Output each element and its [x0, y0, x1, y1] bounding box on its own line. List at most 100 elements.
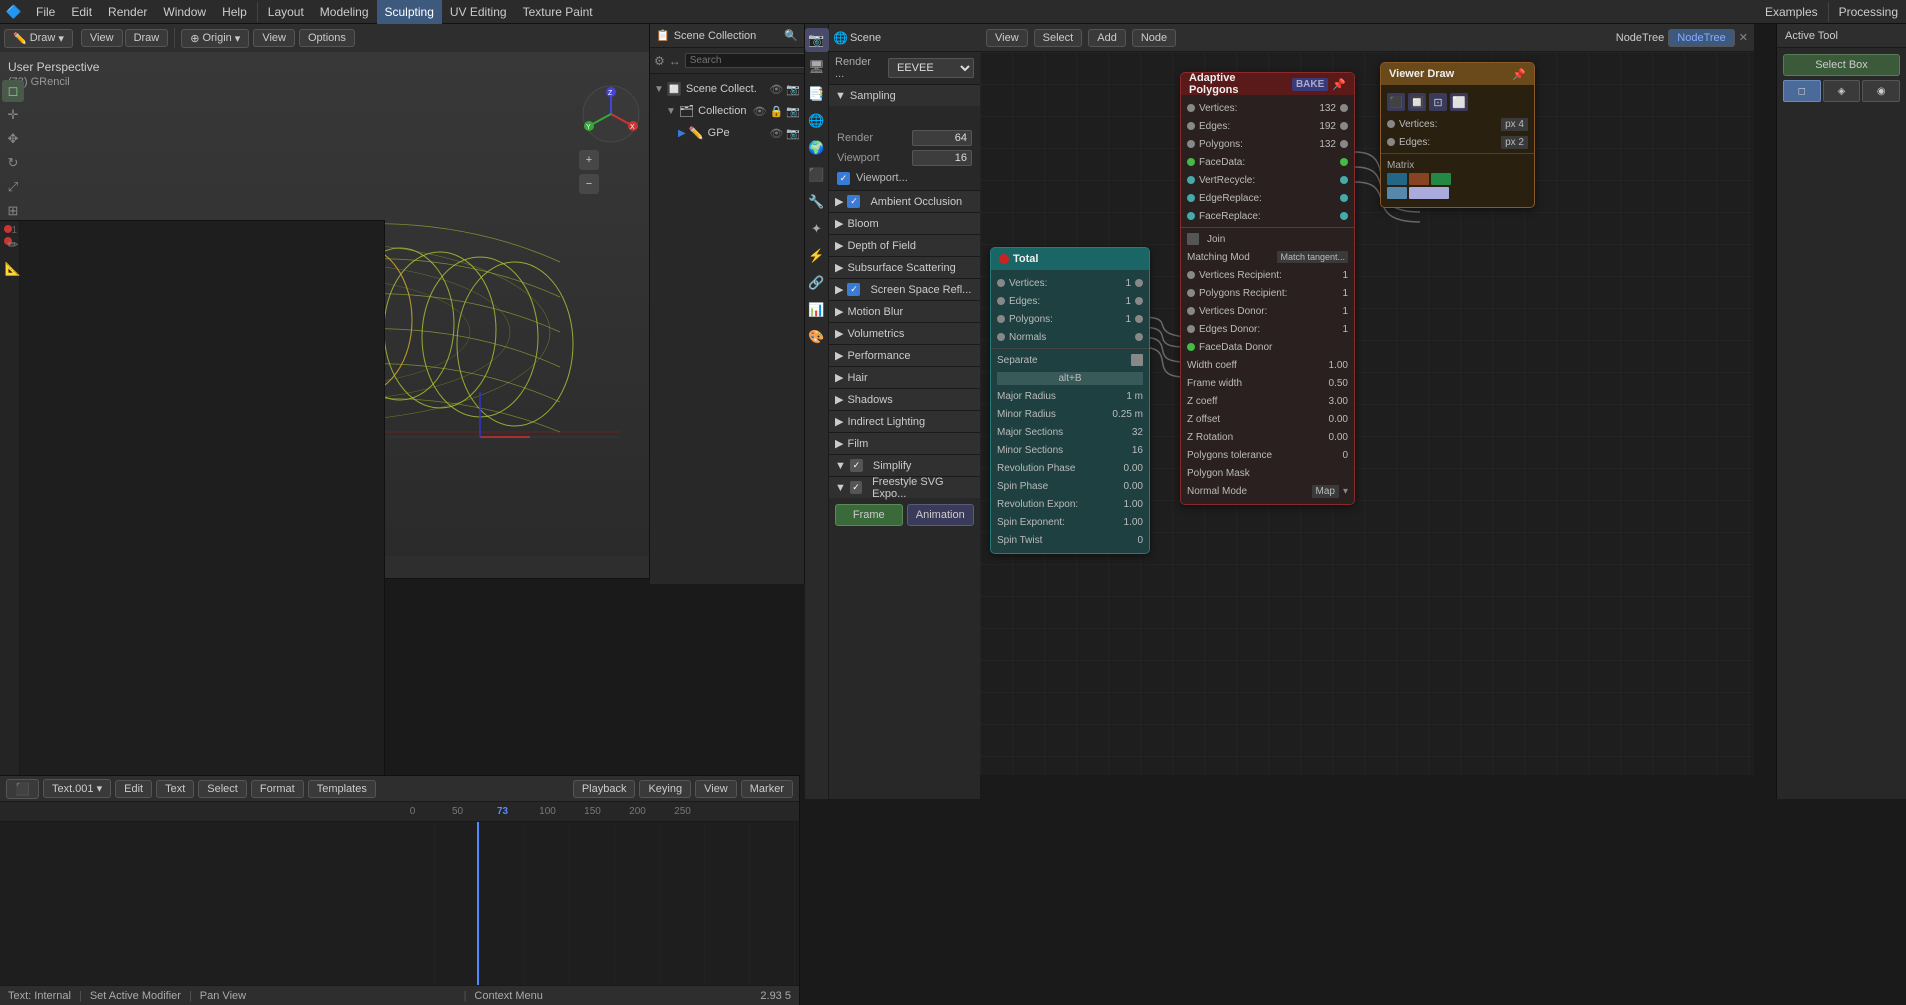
material-tab[interactable]: 🎨: [805, 325, 829, 349]
scene-tab[interactable]: 🌐: [805, 109, 829, 133]
node-add-btn[interactable]: Add: [1088, 29, 1126, 47]
overlay-draw-btn[interactable]: Draw: [125, 29, 169, 47]
freestyle-header[interactable]: ▼ ✓ Freestyle SVG Expo...: [829, 476, 980, 498]
ssr-header[interactable]: ▶ ✓ Screen Space Refl...: [829, 278, 980, 300]
total-node[interactable]: Total Vertices: 1 Edges: 1 Polygons: 1: [990, 247, 1150, 554]
select-box-btn[interactable]: Select Box: [1783, 54, 1900, 76]
shadows-header[interactable]: ▶ Shadows: [829, 388, 980, 410]
gpe-eye-icon[interactable]: 👁: [769, 127, 783, 140]
constraints-tab[interactable]: 🔗: [805, 271, 829, 295]
node-node-btn[interactable]: Node: [1132, 29, 1176, 47]
render-tab[interactable]: 📷: [805, 28, 829, 52]
eye-icon[interactable]: 👁: [769, 83, 783, 96]
view-layer-tab[interactable]: 📑: [805, 82, 829, 106]
lock-icon[interactable]: 🔒: [770, 105, 784, 118]
tl-edit-menu[interactable]: Edit: [115, 780, 152, 798]
workspace-uv-editing[interactable]: UV Editing: [442, 0, 515, 24]
color-swatch-1[interactable]: [1387, 173, 1407, 185]
gpe-item[interactable]: ▶ ✏️ GPe 👁 📷: [650, 122, 804, 144]
bloom-header[interactable]: ▶ Bloom: [829, 212, 980, 234]
frame-button[interactable]: Frame: [835, 504, 903, 526]
physics-tab[interactable]: ⚡: [805, 244, 829, 268]
simplify-header[interactable]: ▼ ✓ Simplify: [829, 454, 980, 476]
vd-icon-1[interactable]: ⬛: [1387, 93, 1405, 111]
select-box-tool[interactable]: ◻: [2, 80, 24, 102]
annotate-tool[interactable]: ✏: [2, 234, 24, 256]
color-swatch-4[interactable]: [1387, 187, 1407, 199]
menu-render[interactable]: Render: [100, 0, 155, 24]
world-tab[interactable]: 🌍: [805, 136, 829, 160]
tool-mode-box[interactable]: ◻: [1783, 80, 1821, 102]
tl-view-menu[interactable]: View: [695, 780, 737, 798]
move-tool[interactable]: ✥: [2, 128, 24, 150]
node-close-icon[interactable]: ✕: [1739, 31, 1748, 44]
particles-tab[interactable]: ✦: [805, 217, 829, 241]
engine-select[interactable]: EEVEECyclesWorkbench: [888, 58, 974, 78]
viewport-gizmo[interactable]: Z X Y: [579, 82, 643, 146]
vd-icon-2[interactable]: 🔲: [1408, 93, 1426, 111]
workspace-texture-paint[interactable]: Texture Paint: [515, 0, 601, 24]
modifier-tab[interactable]: 🔧: [805, 190, 829, 214]
mode-selector[interactable]: ✏️ Draw ▾: [4, 29, 73, 48]
eye-icon[interactable]: 👁: [753, 105, 767, 118]
node-bake-btn[interactable]: BAKE: [1292, 78, 1328, 91]
subsurface-header[interactable]: ▶ Subsurface Scattering: [829, 256, 980, 278]
indirect-lighting-header[interactable]: ▶ Indirect Lighting: [829, 410, 980, 432]
viewer-draw-node[interactable]: Viewer Draw 📌 ⬛ 🔲 ⊡ ⬜ Vertices: px 4 Edg…: [1380, 62, 1535, 208]
render-samples[interactable]: [912, 130, 972, 146]
node-pin-icon[interactable]: 📌: [1332, 78, 1346, 91]
transform-tool[interactable]: ⊞: [2, 200, 24, 222]
camera2-icon[interactable]: 📷: [786, 105, 800, 118]
dof-header[interactable]: ▶ Depth of Field: [829, 234, 980, 256]
cursor-tool[interactable]: ✛: [2, 104, 24, 126]
film-header[interactable]: ▶ Film: [829, 432, 980, 454]
timeline-canvas[interactable]: [0, 822, 799, 985]
color-swatch-5[interactable]: [1409, 187, 1449, 199]
node-canvas[interactable]: Total Vertices: 1 Edges: 1 Polygons: 1: [980, 52, 1754, 775]
sampling-header[interactable]: ▼ Sampling: [829, 84, 980, 106]
menu-help[interactable]: Help: [214, 0, 255, 24]
volumetrics-header[interactable]: ▶ Volumetrics: [829, 322, 980, 344]
motion-blur-header[interactable]: ▶ Motion Blur: [829, 300, 980, 322]
tl-text-menu[interactable]: Text.001 ▾: [43, 779, 111, 798]
tool-mode-lasso[interactable]: ◉: [1862, 80, 1900, 102]
color-swatch-3[interactable]: [1431, 173, 1451, 185]
menu-examples[interactable]: Examples: [1757, 0, 1826, 24]
zoom-btn[interactable]: +: [579, 150, 599, 170]
node-nodetree-btn[interactable]: NodeTree: [1668, 29, 1735, 47]
ao-checkbox[interactable]: ✓: [847, 195, 860, 208]
tl-object-icon[interactable]: ⬛: [6, 779, 39, 799]
viewport-shading[interactable]: View: [253, 29, 295, 47]
zoom-out-btn[interactable]: −: [579, 174, 599, 194]
vd-pin-icon[interactable]: 📌: [1512, 68, 1526, 81]
menu-edit[interactable]: Edit: [63, 0, 100, 24]
freestyle-checkbox[interactable]: ✓: [850, 481, 862, 494]
gpe-camera-icon[interactable]: 📷: [786, 127, 800, 140]
filter-icon[interactable]: ⚙: [654, 54, 665, 68]
tl-playback-menu[interactable]: Playback: [573, 780, 636, 798]
simplify-checkbox[interactable]: ✓: [850, 459, 863, 472]
tl-keying-menu[interactable]: Keying: [639, 780, 691, 798]
blender-icon[interactable]: 🔷: [0, 0, 28, 24]
node-select-btn[interactable]: Select: [1034, 29, 1083, 47]
menu-window[interactable]: Window: [155, 0, 214, 24]
workspace-layout[interactable]: Layout: [260, 0, 312, 24]
adaptive-polygons-node[interactable]: Adaptive Polygons BAKE 📌 Vertices: 132 E…: [1180, 72, 1355, 505]
vd-icon-4[interactable]: ⬜: [1450, 93, 1468, 111]
measure-tool[interactable]: 📐: [2, 258, 24, 280]
performance-header[interactable]: ▶ Performance: [829, 344, 980, 366]
tool-mode-circle[interactable]: ◈: [1823, 80, 1861, 102]
output-tab[interactable]: 🖥: [805, 55, 829, 79]
color-swatch-2[interactable]: [1409, 173, 1429, 185]
workspace-sculpting[interactable]: Sculpting: [377, 0, 442, 24]
viewport-samples[interactable]: [912, 150, 972, 166]
object-tab[interactable]: ⬛: [805, 163, 829, 187]
transform-origin[interactable]: ⊕ Origin ▾: [181, 29, 249, 48]
rotate-tool[interactable]: ↻: [2, 152, 24, 174]
viewport-denoising-cb[interactable]: ✓: [837, 172, 850, 185]
tl-text-menu2[interactable]: Text: [156, 780, 194, 798]
normal-mode-arrow[interactable]: ▾: [1343, 486, 1348, 497]
node-view-btn[interactable]: View: [986, 29, 1028, 47]
tl-marker-menu[interactable]: Marker: [741, 780, 793, 798]
collection-item[interactable]: ▼ 🗂 Collection 👁 🔒 📷: [650, 100, 804, 122]
